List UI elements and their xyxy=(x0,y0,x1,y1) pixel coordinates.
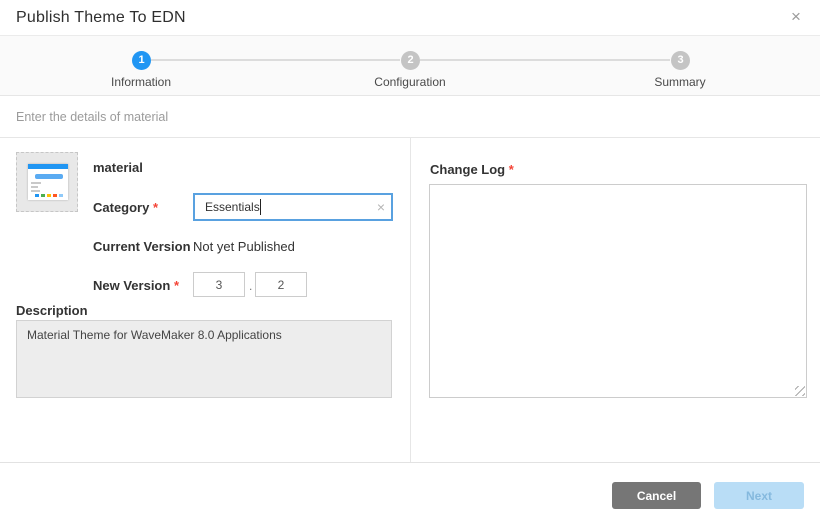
details-panel: material Category * × Current Version No… xyxy=(0,138,410,462)
step-3-label: Summary xyxy=(580,75,780,89)
wizard-stepper: 1 Information 2 Configuration 3 Summary xyxy=(0,36,820,96)
dialog-title: Publish Theme To EDN xyxy=(16,0,186,36)
clear-icon[interactable]: × xyxy=(377,199,385,215)
close-icon[interactable]: × xyxy=(784,0,808,36)
current-version-label: Current Version xyxy=(93,239,191,254)
step-2-label: Configuration xyxy=(310,75,510,89)
publish-theme-dialog: Publish Theme To EDN × 1 Information 2 C… xyxy=(0,0,820,524)
required-asterisk: * xyxy=(509,162,514,177)
changelog-panel: Change Log * xyxy=(410,138,820,462)
subtitle-bar: Enter the details of material xyxy=(0,96,820,138)
step-connector-line xyxy=(151,59,400,61)
version-minor-input[interactable] xyxy=(255,272,307,297)
step-1-circle[interactable]: 1 xyxy=(132,51,151,70)
resize-handle-icon[interactable] xyxy=(795,386,805,396)
next-button[interactable]: Next xyxy=(714,482,804,509)
new-version-label: New Version * xyxy=(93,278,179,293)
step-3-circle[interactable]: 3 xyxy=(671,51,690,70)
description-label: Description xyxy=(16,303,88,318)
description-textarea[interactable]: Material Theme for WaveMaker 8.0 Applica… xyxy=(16,320,392,398)
change-log-label: Change Log * xyxy=(430,162,514,177)
category-field: × xyxy=(193,193,393,221)
current-version-value: Not yet Published xyxy=(193,239,295,254)
text-cursor xyxy=(260,199,261,215)
cancel-button[interactable]: Cancel xyxy=(612,482,701,509)
dialog-header: Publish Theme To EDN × xyxy=(0,0,820,36)
dialog-footer: Cancel Next xyxy=(0,462,820,524)
theme-thumbnail xyxy=(16,152,78,212)
theme-name: material xyxy=(93,160,143,175)
category-label: Category * xyxy=(93,200,158,215)
required-asterisk: * xyxy=(153,200,158,215)
step-2-circle[interactable]: 2 xyxy=(401,51,420,70)
change-log-field xyxy=(429,184,807,398)
change-log-textarea[interactable] xyxy=(429,184,807,398)
version-separator: . xyxy=(249,279,252,293)
category-input[interactable] xyxy=(193,193,393,221)
required-asterisk: * xyxy=(174,278,179,293)
subtitle-text: Enter the details of material xyxy=(16,96,168,138)
version-major-input[interactable] xyxy=(193,272,245,297)
step-1-label: Information xyxy=(41,75,241,89)
theme-preview-icon xyxy=(28,164,68,200)
step-connector-line xyxy=(420,59,670,61)
